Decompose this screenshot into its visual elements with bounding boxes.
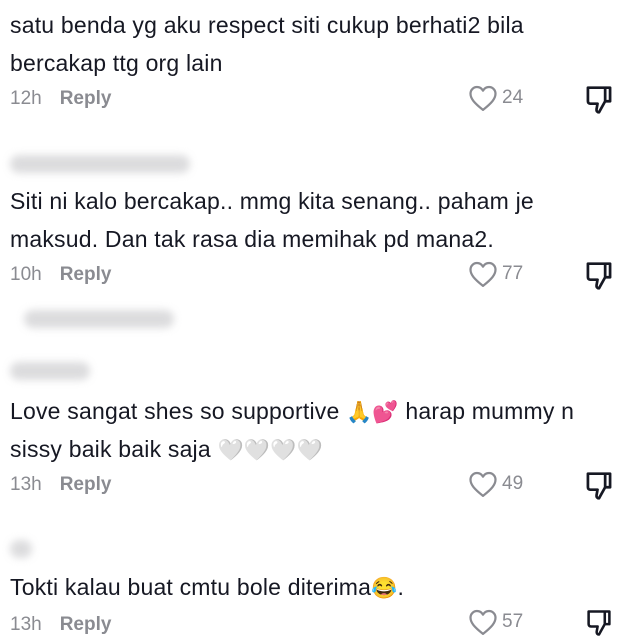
comment-text-part: .: [397, 574, 405, 600]
comment-4: Tokti kalau buat cmtu bole diterima😂. 13…: [10, 568, 632, 636]
thumbs-down-icon: [586, 262, 612, 290]
comment-2: Siti ni kalo bercakap.. mmg kita senang.…: [10, 182, 632, 290]
like-count: 24: [502, 87, 524, 108]
blurred-username: [10, 540, 32, 558]
comment-text: Siti ni kalo bercakap.. mmg kita senang.…: [10, 188, 534, 252]
dislike-button[interactable]: [584, 84, 614, 121]
emoji-tears-of-joy: 😂: [371, 577, 398, 601]
blurred-username: [10, 362, 90, 380]
heart-outline-icon: [469, 261, 497, 287]
comment-text-part: Love sangat shes so supportive: [10, 398, 347, 424]
like-button[interactable]: 49: [468, 470, 523, 498]
heart-outline-icon: [469, 85, 497, 111]
like-button[interactable]: 57: [468, 608, 523, 636]
comment-meta: 12h Reply: [10, 88, 111, 110]
thumbs-down-icon: [586, 86, 612, 114]
comment-time: 13h: [10, 474, 42, 495]
thumbs-down-icon: [586, 472, 612, 500]
reply-button[interactable]: Reply: [60, 614, 112, 636]
comment-meta: 13h Reply: [10, 614, 111, 636]
dislike-button[interactable]: [584, 470, 614, 507]
comment-1: satu benda yg aku respect siti cukup ber…: [10, 6, 632, 114]
like-button[interactable]: 24: [468, 84, 523, 112]
comment-text: Tokti kalau buat cmtu bole diterima😂.: [10, 568, 630, 606]
comment-text-part: Tokti kalau buat cmtu bole diterima: [10, 574, 372, 600]
reply-button[interactable]: Reply: [60, 264, 112, 286]
like-count: 57: [502, 611, 524, 632]
reply-button[interactable]: Reply: [60, 474, 112, 496]
heart-outline-icon: [469, 471, 497, 497]
comment-meta: 13h Reply: [10, 474, 111, 496]
reply-button[interactable]: Reply: [60, 88, 112, 110]
like-count: 77: [502, 263, 524, 284]
comment-meta: 10h Reply: [10, 264, 111, 286]
comment-time: 10h: [10, 264, 42, 285]
comment-3: Love sangat shes so supportive 🙏💕 harap …: [10, 392, 632, 500]
dislike-button[interactable]: [584, 260, 614, 297]
comment-time: 12h: [10, 88, 42, 109]
comment-text: Love sangat shes so supportive 🙏💕 harap …: [10, 392, 630, 468]
comment-time: 13h: [10, 614, 42, 635]
heart-outline-icon: [469, 609, 497, 635]
comment-text: satu benda yg aku respect siti cukup ber…: [10, 12, 524, 76]
like-button[interactable]: 77: [468, 260, 523, 288]
blurred-username: [10, 155, 190, 173]
emoji-pray-hearts: 🙏💕: [346, 401, 399, 425]
emoji-white-hearts: 🤍🤍🤍🤍: [217, 439, 323, 463]
blurred-username: [24, 310, 174, 328]
thumbs-down-icon: [587, 610, 611, 636]
like-count: 49: [502, 473, 524, 494]
